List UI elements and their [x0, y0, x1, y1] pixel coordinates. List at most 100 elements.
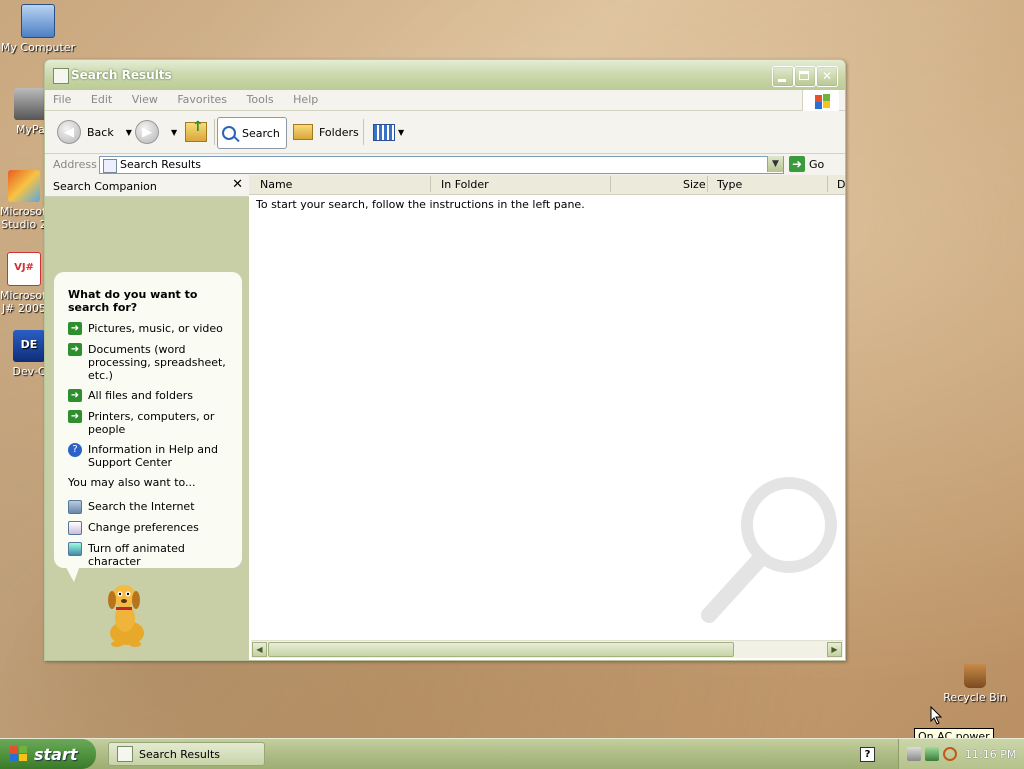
- search-icon: [222, 126, 240, 143]
- search-question: What do you want to search for?: [68, 288, 198, 314]
- option-pictures-music-video[interactable]: ➜ Pictures, music, or video: [68, 322, 236, 335]
- minimize-button[interactable]: [772, 66, 794, 87]
- close-pane-icon[interactable]: ✕: [232, 177, 243, 192]
- menu-favorites[interactable]: Favorites: [169, 90, 235, 106]
- column-size[interactable]: Size: [683, 178, 706, 191]
- toolbar: ◀ Back ▼ ▶ ▼ ↑ Search Folders ▼: [45, 111, 845, 154]
- folders-icon: [293, 124, 313, 140]
- clock[interactable]: 11:16 PM: [965, 748, 1016, 761]
- address-dropdown-button[interactable]: ▼: [767, 156, 783, 172]
- address-input[interactable]: Search Results: [99, 156, 784, 174]
- power-plug-icon[interactable]: [907, 747, 921, 761]
- search-internet-icon: [68, 500, 82, 514]
- address-label: Address: [53, 158, 97, 171]
- option-all-files-folders[interactable]: ➜ All files and folders: [68, 389, 236, 402]
- column-header-row: Name In Folder Size Type D: [249, 175, 845, 195]
- search-results-icon: [103, 159, 117, 173]
- window-title: Search Results: [71, 68, 172, 82]
- maximize-button[interactable]: [794, 66, 816, 87]
- menu-file[interactable]: File: [45, 90, 79, 106]
- back-arrow-icon: ◀: [57, 120, 81, 144]
- go-button[interactable]: ➜ Go: [789, 156, 824, 172]
- recycle-bin-icon: [964, 664, 986, 688]
- column-in-folder[interactable]: In Folder: [441, 178, 489, 191]
- menu-view[interactable]: View: [124, 90, 166, 106]
- views-button[interactable]: ▼: [373, 117, 404, 147]
- windows-logo-icon: [802, 90, 839, 111]
- toolbar-separator: [363, 119, 364, 145]
- forward-button[interactable]: ▶ ▼: [135, 117, 177, 147]
- network-icon[interactable]: [925, 747, 939, 761]
- option-help-support[interactable]: ? Information in Help and Support Center: [68, 443, 236, 469]
- close-button[interactable]: ✕: [816, 66, 838, 87]
- vjsharp-icon: VJ#: [7, 252, 41, 286]
- desktop-icon-microsoft-studio[interactable]: Microsoft Studio 2: [0, 170, 48, 231]
- address-value: Search Results: [120, 158, 202, 171]
- desktop-icon-label-2: Studio 2: [1, 218, 47, 231]
- back-dropdown-icon[interactable]: ▼: [126, 128, 132, 137]
- start-button[interactable]: start: [0, 739, 96, 769]
- dev-cpp-icon: DE: [13, 330, 45, 362]
- desktop-icon-recycle-bin[interactable]: Recycle Bin: [937, 664, 1013, 704]
- desktop-icon-my-computer[interactable]: My Computer: [0, 4, 76, 54]
- option-turn-off-animated-character[interactable]: Turn off animated character: [68, 542, 236, 568]
- go-arrow-icon: ➜: [789, 156, 805, 172]
- title-bar[interactable]: Search Results ✕: [45, 60, 845, 90]
- green-arrow-icon: ➜: [68, 343, 82, 356]
- search-results-icon: [117, 746, 133, 762]
- column-name[interactable]: Name: [260, 178, 292, 191]
- also-heading: You may also want to...: [68, 476, 196, 489]
- column-date[interactable]: D: [837, 178, 845, 191]
- toolbar-separator: [214, 119, 215, 145]
- option-label: Pictures, music, or video: [88, 322, 223, 335]
- up-folder-button[interactable]: ↑: [185, 117, 207, 147]
- taskbar-item-search-results[interactable]: Search Results: [108, 742, 265, 766]
- option-label: Printers, computers, or people: [88, 410, 215, 436]
- forward-dropdown-icon[interactable]: ▼: [171, 128, 177, 137]
- mouse-cursor-icon: [930, 706, 943, 725]
- green-arrow-icon: ➜: [68, 322, 82, 335]
- menu-edit[interactable]: Edit: [83, 90, 120, 106]
- green-arrow-icon: ➜: [68, 410, 82, 423]
- option-search-internet[interactable]: Search the Internet: [68, 500, 236, 514]
- computer-icon: [21, 4, 55, 38]
- folders-button[interactable]: Folders: [293, 117, 359, 147]
- search-companion-pane: Search Companion ✕ What do you want to s…: [45, 175, 249, 660]
- column-type[interactable]: Type: [717, 178, 742, 191]
- scroll-right-button[interactable]: ▶: [827, 642, 842, 657]
- menu-tools[interactable]: Tools: [239, 90, 282, 106]
- scroll-left-button[interactable]: ◀: [252, 642, 267, 657]
- option-change-preferences[interactable]: Change preferences: [68, 521, 236, 535]
- animated-character-icon: [68, 542, 82, 556]
- option-documents[interactable]: ➜ Documents (word processing, spreadshee…: [68, 343, 236, 382]
- up-folder-icon: ↑: [185, 119, 207, 142]
- back-button[interactable]: ◀ Back ▼: [57, 117, 132, 147]
- option-printers-computers-people[interactable]: ➜ Printers, computers, or people: [68, 410, 236, 436]
- taskbar: start Search Results ? 11:16 PM: [0, 738, 1024, 769]
- green-arrow-icon: ➜: [68, 389, 82, 402]
- bubble-tail: [62, 560, 86, 582]
- address-bar: Address Search Results ▼ ➜ Go: [45, 154, 845, 177]
- option-label: All files and folders: [88, 389, 193, 402]
- option-label: Change preferences: [88, 521, 199, 534]
- search-button[interactable]: Search: [217, 117, 287, 149]
- search-results-window: Search Results ✕ File Edit View Favorite…: [44, 59, 846, 661]
- views-icon: [373, 123, 395, 141]
- start-label: start: [34, 744, 78, 764]
- window-icon: [53, 68, 69, 84]
- desktop-icon-label: Recycle Bin: [943, 691, 1007, 704]
- menu-help[interactable]: Help: [285, 90, 326, 106]
- search-tray-icon[interactable]: [943, 747, 957, 761]
- help-icon[interactable]: ?: [860, 747, 875, 762]
- menu-bar: File Edit View Favorites Tools Help: [45, 90, 845, 111]
- desktop-icon-label-2: J# 2005: [2, 302, 46, 315]
- desktop-icon-microsoft-jsharp[interactable]: VJ# Microsoft J# 2005: [0, 252, 48, 315]
- scroll-thumb[interactable]: [268, 642, 734, 657]
- results-hint-text: To start your search, follow the instruc…: [256, 198, 585, 211]
- option-label: Turn off animated character: [88, 542, 185, 568]
- horizontal-scrollbar[interactable]: ◀ ▶: [251, 640, 843, 658]
- go-label: Go: [809, 157, 825, 171]
- help-question-icon: ?: [68, 443, 82, 457]
- folder-shortcut-icon: [14, 88, 46, 120]
- animated-dog-character[interactable]: [97, 578, 157, 648]
